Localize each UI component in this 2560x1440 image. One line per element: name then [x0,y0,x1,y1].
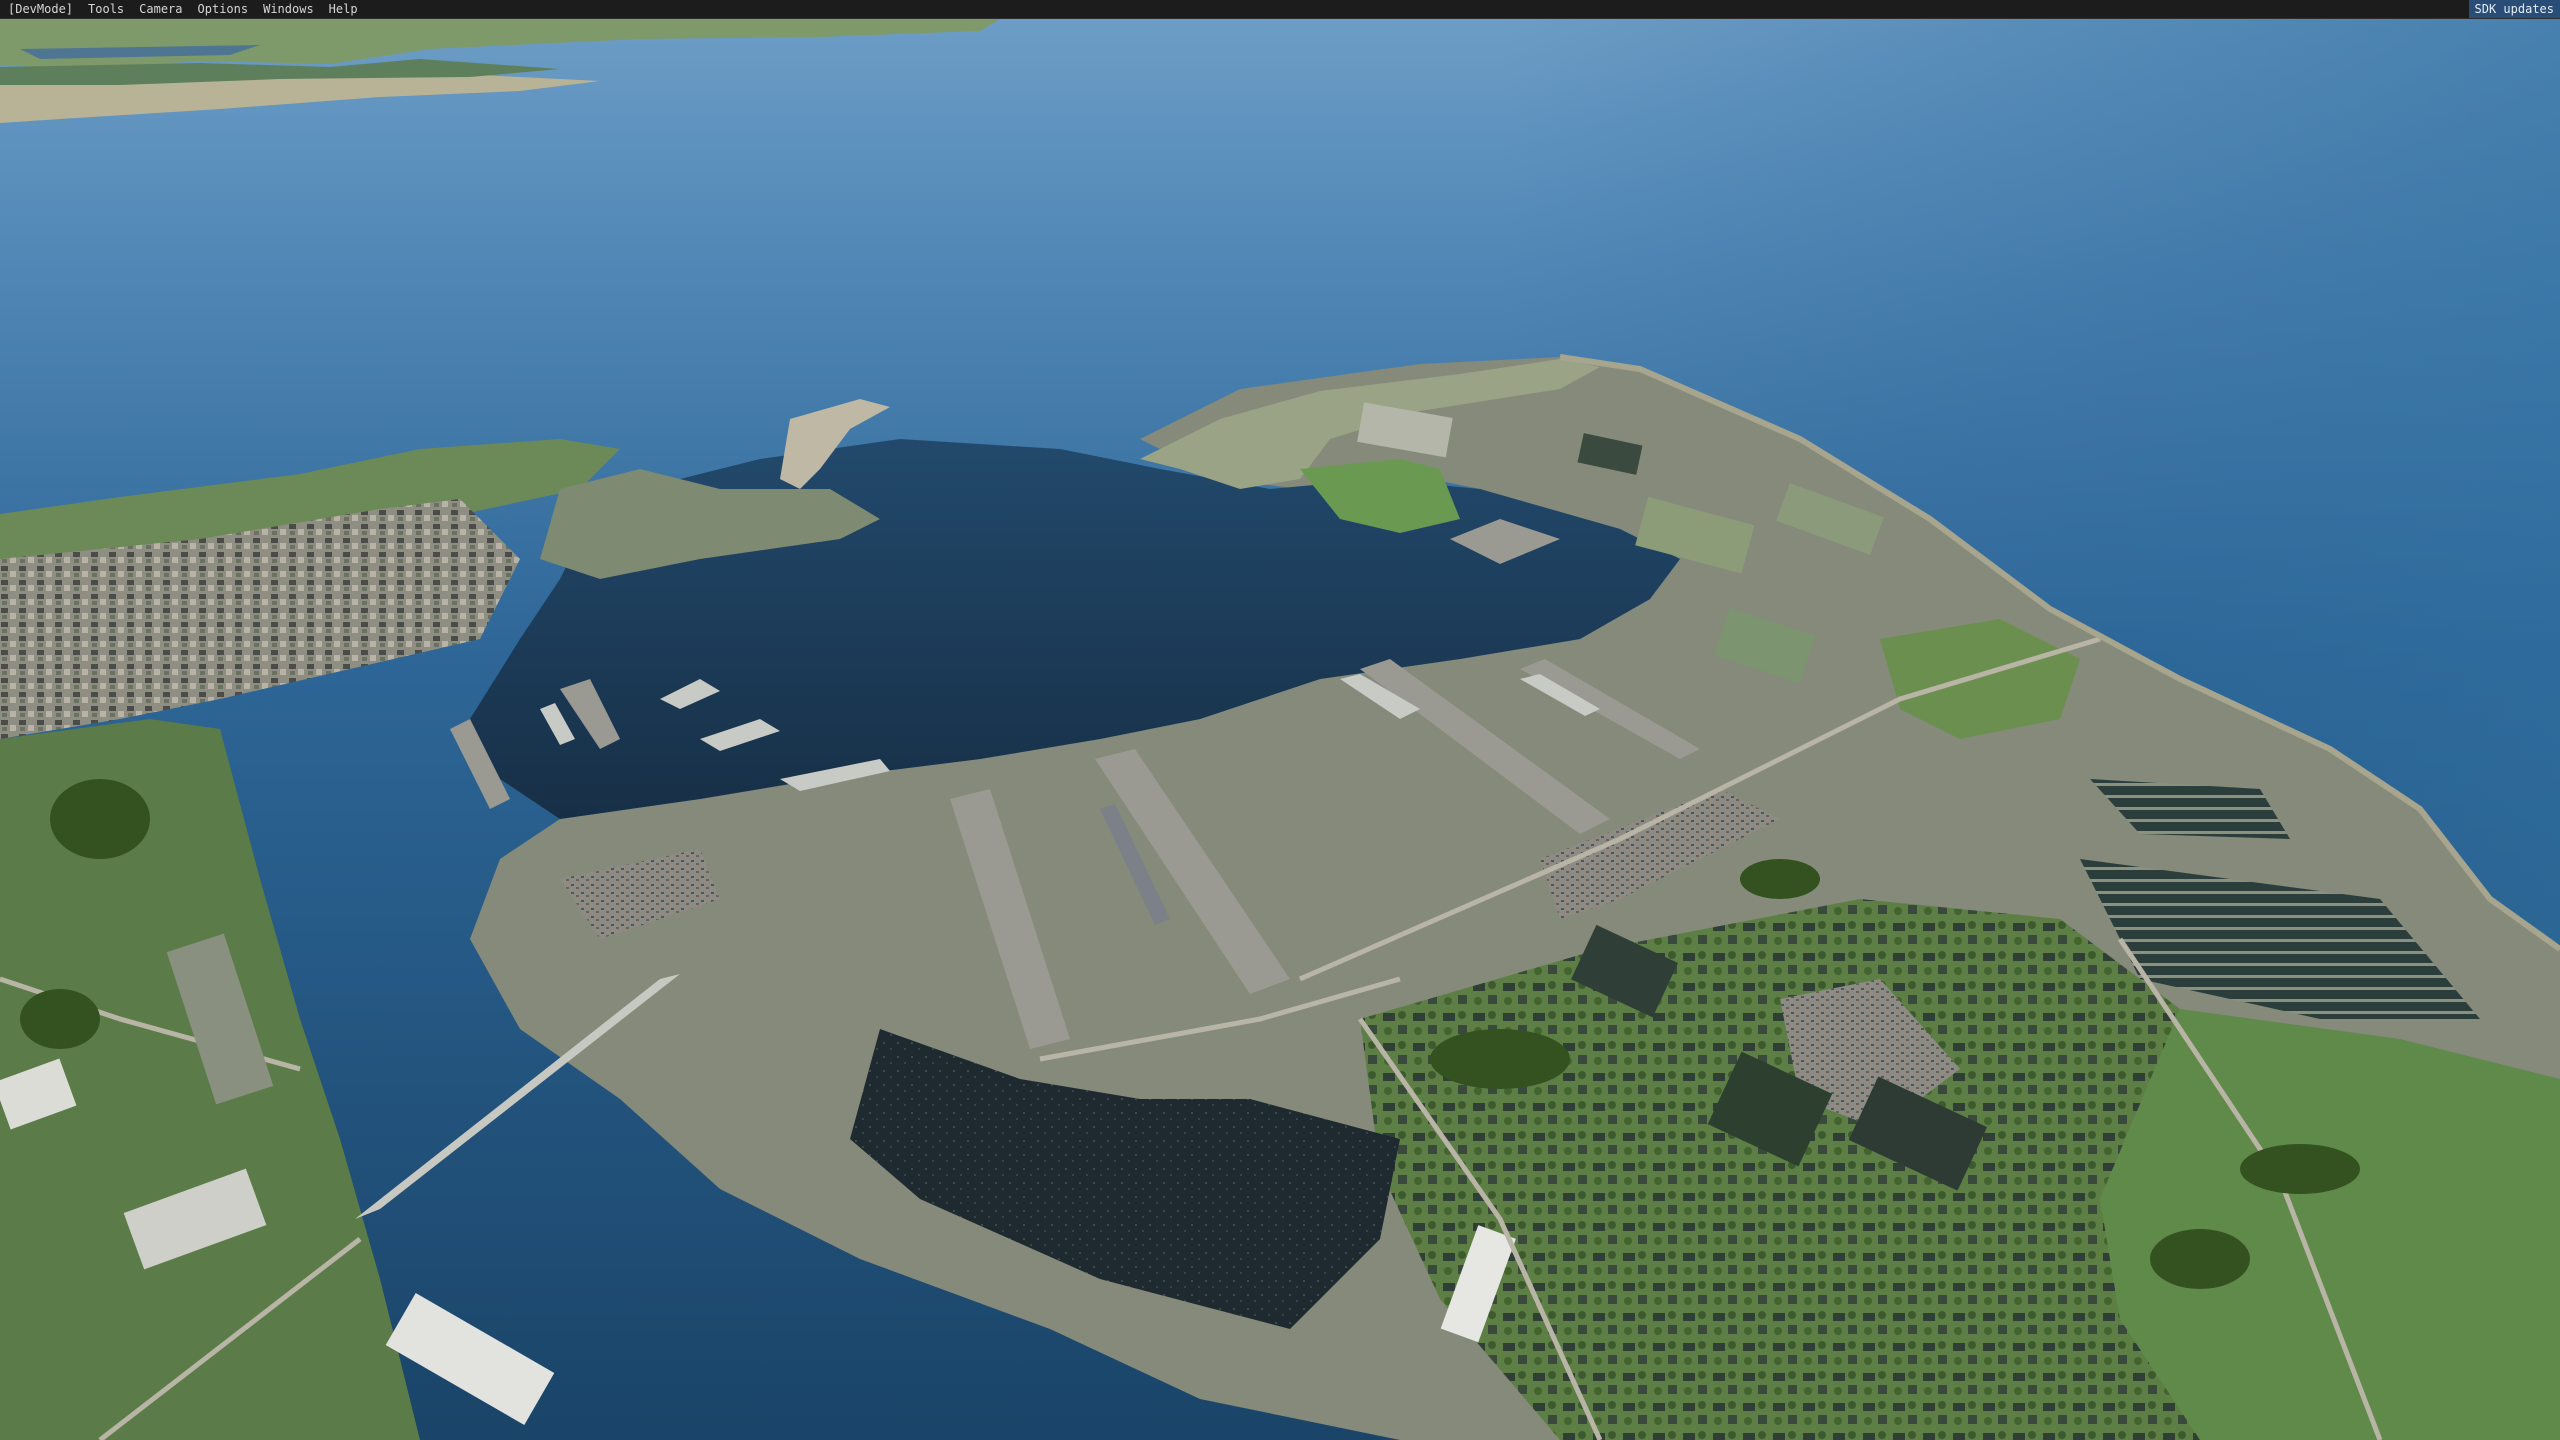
sim-viewport[interactable] [0,19,2560,1440]
menu-help[interactable]: Help [320,0,364,18]
menu-options[interactable]: Options [189,0,255,18]
menu-windows[interactable]: Windows [254,0,320,18]
sdk-updates-button[interactable]: SDK updates [2468,0,2560,18]
aerial-scene [0,19,2560,1440]
menu-tools[interactable]: Tools [79,0,130,18]
east-fields [2100,1009,2560,1440]
sim-window: [DevMode] Tools Camera Options Windows H… [0,0,2560,1440]
menu-camera[interactable]: Camera [130,0,188,18]
menu-devmode[interactable]: [DevMode] [0,0,79,18]
devmode-menu-bar: [DevMode] Tools Camera Options Windows H… [0,0,2560,19]
